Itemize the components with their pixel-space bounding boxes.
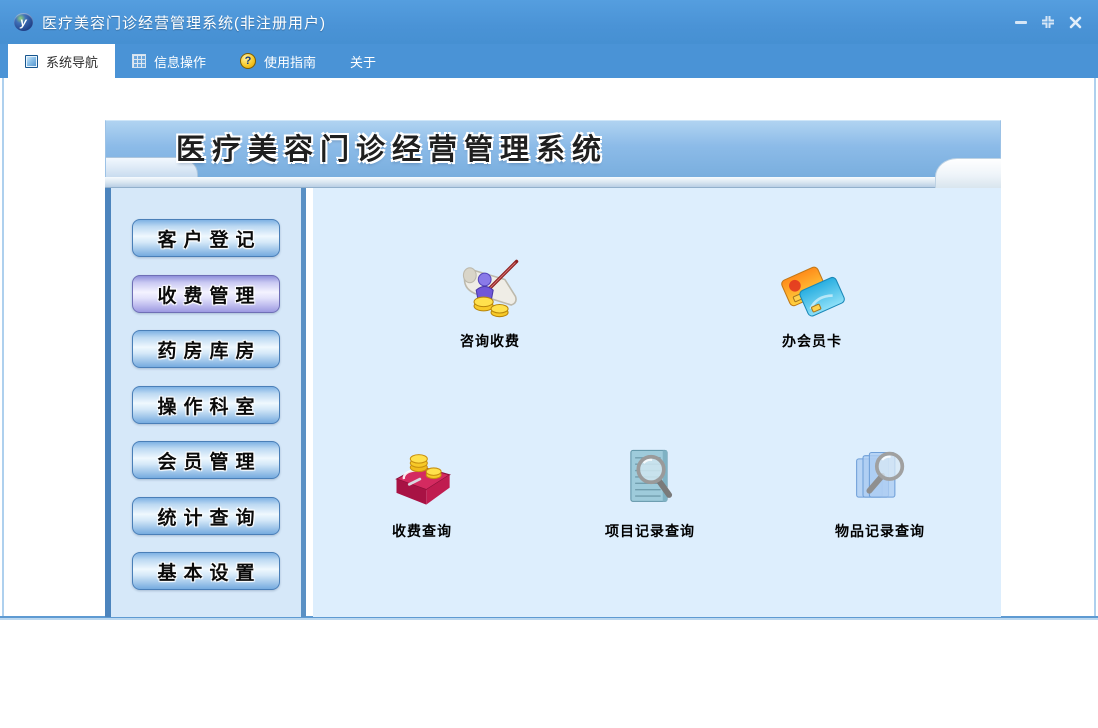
consult-fee-icon xyxy=(462,259,519,318)
tab-label: 使用指南 xyxy=(264,54,317,70)
shortcut-project-record-query[interactable]: 项目记录查询 xyxy=(575,438,725,541)
banner-title: 医疗美容门诊经营管理系统 xyxy=(176,134,609,166)
sidebar-item-pharmacy-warehouse[interactable]: 药房库房 xyxy=(132,330,280,368)
window-right-edge-line xyxy=(1094,78,1096,619)
sidebar-item-statistics-query[interactable]: 统计查询 xyxy=(132,497,280,535)
minimize-button[interactable] xyxy=(1012,13,1030,31)
shortcut-consult-fee[interactable]: 咨询收费 xyxy=(415,248,565,351)
project-record-query-icon xyxy=(630,449,673,502)
tab-information-operation[interactable]: 信息操作 xyxy=(115,44,223,78)
shortcut-label: 物品记录查询 xyxy=(835,523,925,539)
tab-about[interactable]: 关于 xyxy=(333,44,393,78)
application-window: { "window": { "title": "医疗美容门诊经营管理系统(非注册… xyxy=(0,0,1098,728)
tab-user-guide[interactable]: ? 使用指南 xyxy=(223,44,333,78)
shortcut-label: 咨询收费 xyxy=(460,333,520,349)
sidebar-item-fee-management[interactable]: 收费管理 xyxy=(132,275,280,313)
main-panel: 医疗美容门诊经营管理系统 客户登记 收费管理 药房库房 操作科室 会员管理 统计… xyxy=(105,120,1001,617)
restore-icon xyxy=(1042,16,1054,28)
close-icon xyxy=(1069,16,1081,28)
close-button[interactable] xyxy=(1066,13,1084,31)
shortcut-area: 咨询收费 办会员卡 收费查询 项目记录查询 物品记录查询 xyxy=(313,188,1001,617)
shortcut-membership-card[interactable]: 办会员卡 xyxy=(737,248,887,351)
sidebar-item-customer-register[interactable]: 客户登记 xyxy=(132,219,280,257)
window-title: 医疗美容门诊经营管理系统(非注册用户) xyxy=(42,14,326,32)
shortcut-label: 收费查询 xyxy=(392,523,452,539)
tab-system-navigation[interactable]: 系统导航 xyxy=(8,44,116,78)
window-controls xyxy=(1012,0,1084,44)
tab-label: 信息操作 xyxy=(154,54,207,70)
fee-query-icon xyxy=(395,454,451,505)
sidebar-item-member-management[interactable]: 会员管理 xyxy=(132,441,280,479)
shortcut-label: 办会员卡 xyxy=(782,333,842,349)
item-record-query-icon xyxy=(856,451,905,498)
banner: 医疗美容门诊经营管理系统 xyxy=(105,120,1001,177)
restore-button[interactable] xyxy=(1039,13,1057,31)
help-icon: ? xyxy=(240,53,257,69)
shortcut-item-record-query[interactable]: 物品记录查询 xyxy=(805,438,955,541)
title-bar: y 医疗美容门诊经营管理系统(非注册用户) xyxy=(0,0,1098,44)
window-left-edge-line xyxy=(2,78,4,619)
sidebar: 客户登记 收费管理 药房库房 操作科室 会员管理 统计查询 基本设置 xyxy=(105,188,306,617)
navigation-square-icon xyxy=(25,54,38,68)
tab-label: 关于 xyxy=(350,54,377,70)
shortcut-label: 项目记录查询 xyxy=(605,523,695,539)
sidebar-item-basic-settings[interactable]: 基本设置 xyxy=(132,552,280,590)
grid-icon xyxy=(132,54,147,68)
app-logo-icon: y xyxy=(14,13,33,31)
banner-strip xyxy=(105,177,1001,188)
member-card-icon xyxy=(781,266,845,317)
shortcut-fee-query[interactable]: 收费查询 xyxy=(347,438,497,541)
tab-label: 系统导航 xyxy=(46,54,99,70)
banner-right-tab xyxy=(935,158,1001,188)
panel-body: 客户登记 收费管理 药房库房 操作科室 会员管理 统计查询 基本设置 咨询收费 … xyxy=(105,188,1001,617)
sidebar-item-operation-department[interactable]: 操作科室 xyxy=(132,386,280,424)
menu-tab-bar: 系统导航 信息操作 ? 使用指南 关于 xyxy=(0,44,1098,78)
minimize-icon xyxy=(1015,20,1027,24)
